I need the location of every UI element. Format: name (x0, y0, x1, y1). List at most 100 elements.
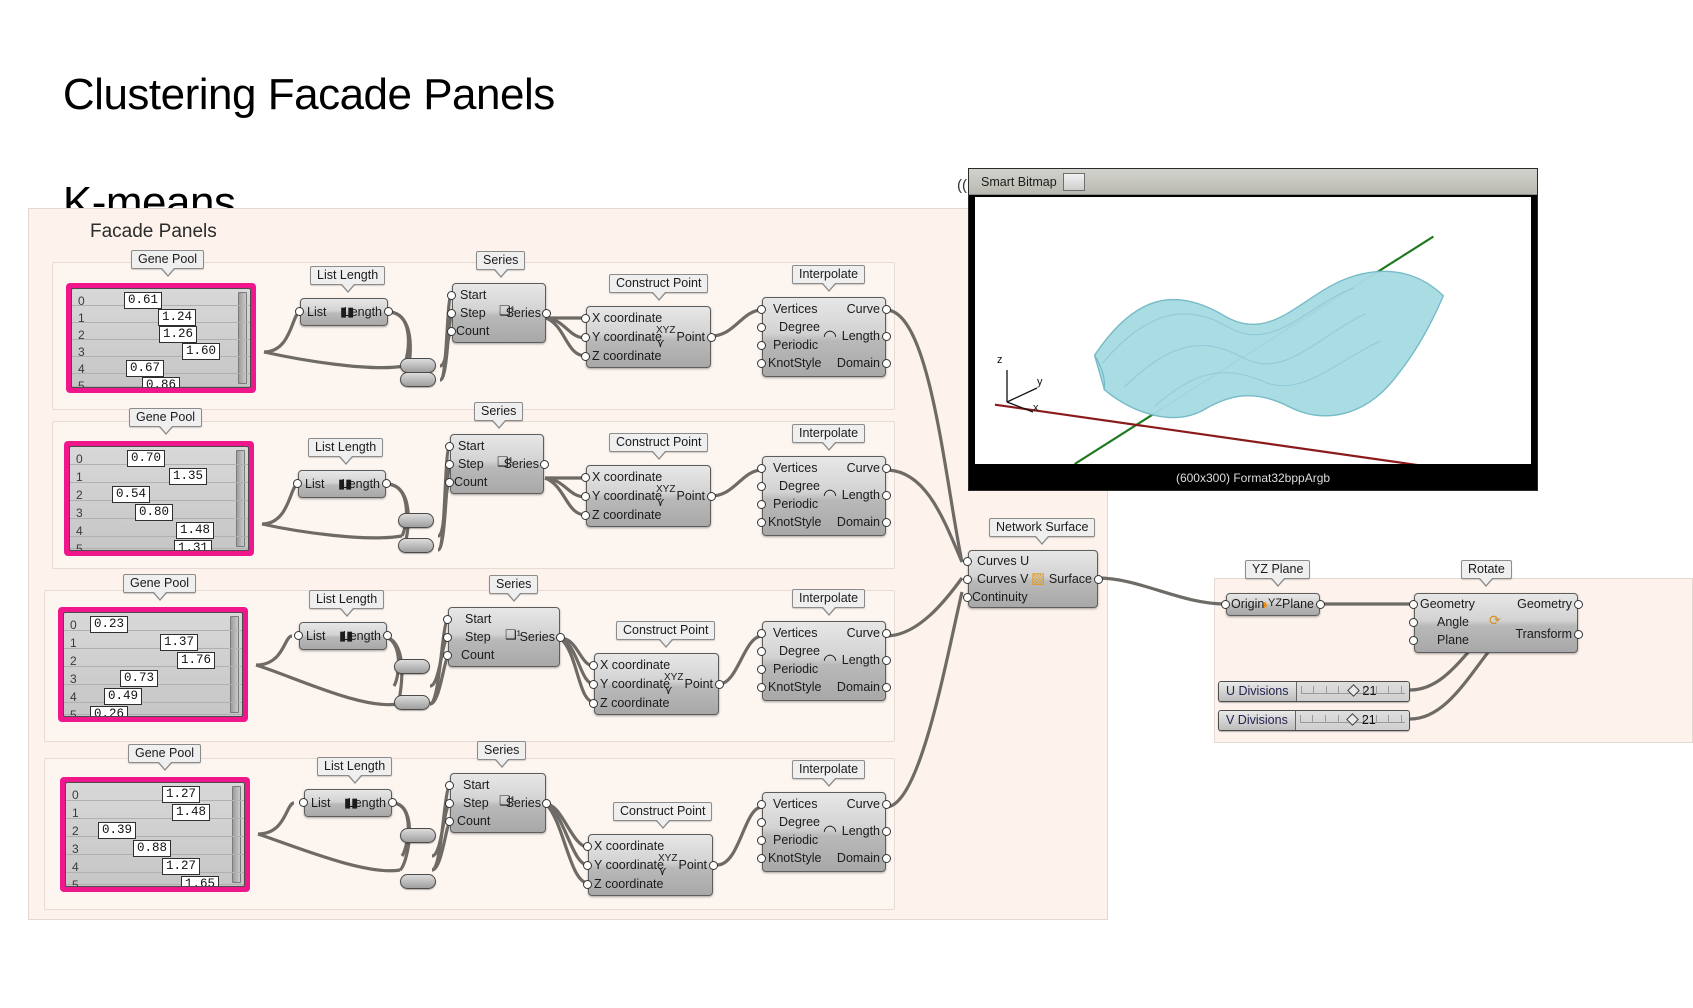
gene-pool-4-value-5[interactable]: 1.65 (181, 876, 220, 886)
port-dot-series-out-2[interactable] (540, 460, 549, 469)
slider-v-divisions[interactable]: V Divisions 21 (1218, 710, 1410, 731)
gene-pool-2-value-5[interactable]: 1.31 (174, 540, 213, 550)
relay-2a[interactable] (398, 513, 434, 528)
port-dot-domain-1[interactable] (882, 359, 891, 368)
gene-pool-1-body[interactable]: 0 1 2 3 4 5 0.61 1.24 1.26 1.60 0.67 0.8… (71, 288, 251, 388)
port-vertices-3[interactable]: Vertices (773, 626, 817, 640)
port-dot-degree-2[interactable] (757, 482, 766, 491)
node-list-length-3[interactable]: List Length ▮▮ (294, 622, 392, 650)
port-dot-plane-out[interactable] (1316, 600, 1325, 609)
port-y-3[interactable]: Y coordinate (600, 677, 670, 691)
port-dot-curve-2[interactable] (882, 464, 891, 473)
port-dot-surface-out[interactable] (1094, 575, 1103, 584)
node-construct-point-2[interactable]: X coordinate Y coordinate Z coordinate P… (581, 465, 716, 527)
port-dot-curve-1[interactable] (882, 305, 891, 314)
relay-4a[interactable] (400, 828, 436, 843)
gene-pool-2-value-2[interactable]: 0.54 (112, 486, 151, 503)
port-dot-count-4[interactable] (445, 817, 454, 826)
port-curves-u[interactable]: Curves U (977, 554, 1029, 568)
node-list-length-4[interactable]: List Length ▮▮ (299, 789, 397, 817)
gene-pool-3-body[interactable]: 0 1 2 3 4 5 0.23 1.37 1.76 0.73 0.49 0.2… (63, 612, 243, 717)
port-start-4[interactable]: Start (463, 778, 489, 792)
port-dot-list-3-in[interactable] (294, 631, 303, 640)
port-dot-step-2[interactable] (445, 460, 454, 469)
port-dot-knotstyle-2[interactable] (757, 518, 766, 527)
port-dot-degree-1[interactable] (757, 323, 766, 332)
port-x-1[interactable]: X coordinate (592, 311, 662, 325)
port-periodic-4[interactable]: Periodic (773, 833, 818, 847)
port-list-4[interactable]: List (311, 796, 330, 810)
port-start-3[interactable]: Start (465, 612, 491, 626)
port-y-1[interactable]: Y coordinate (592, 330, 662, 344)
gene-pool-4-value-1[interactable]: 1.48 (172, 804, 211, 821)
smart-bitmap-canvas[interactable]: z y x (975, 197, 1531, 464)
port-degree-4[interactable]: Degree (779, 815, 820, 829)
port-plane-in[interactable]: Plane (1437, 633, 1469, 647)
port-step-4[interactable]: Step (463, 796, 489, 810)
port-list-1[interactable]: List (307, 305, 326, 319)
port-dot-step-1[interactable] (447, 309, 456, 318)
port-x-4[interactable]: X coordinate (594, 839, 664, 853)
port-dot-list-3-out[interactable] (383, 631, 392, 640)
port-length-out-3[interactable]: Length (842, 653, 880, 667)
gene-pool-4-body[interactable]: 0 1 2 3 4 5 1.27 1.48 0.39 0.88 1.27 1.6… (65, 782, 245, 887)
port-curves-v[interactable]: Curves V (977, 572, 1028, 586)
port-dot-periodic-2[interactable] (757, 500, 766, 509)
port-curve-4[interactable]: Curve (847, 797, 880, 811)
port-list-3[interactable]: List (306, 629, 325, 643)
gene-pool-2-value-1[interactable]: 1.35 (169, 468, 208, 485)
gene-pool-1-value-2[interactable]: 1.26 (159, 326, 198, 343)
port-dot-periodic-4[interactable] (757, 836, 766, 845)
gene-pool-3-value-2[interactable]: 1.76 (177, 652, 216, 669)
port-point-2[interactable]: Point (677, 489, 706, 503)
port-dot-series-out-1[interactable] (542, 309, 551, 318)
port-point-4[interactable]: Point (679, 858, 708, 872)
gene-pool-1-value-0[interactable]: 0.61 (124, 292, 163, 309)
relay-3a[interactable] (394, 659, 430, 674)
port-dot-continuity[interactable] (963, 593, 972, 602)
node-list-length-2[interactable]: List Length ▮▮ (293, 470, 391, 498)
gene-pool-3-value-3[interactable]: 0.73 (120, 670, 159, 687)
port-dot-point-2[interactable] (707, 492, 716, 501)
port-dot-periodic-1[interactable] (757, 341, 766, 350)
relay-1b[interactable] (400, 372, 436, 387)
gene-pool-3[interactable]: 0 1 2 3 4 5 0.23 1.37 1.76 0.73 0.49 0.2… (58, 607, 248, 722)
port-x-2[interactable]: X coordinate (592, 470, 662, 484)
port-dot-x-4[interactable] (583, 842, 592, 851)
port-vertices-2[interactable]: Vertices (773, 461, 817, 475)
gene-pool-2-value-0[interactable]: 0.70 (127, 450, 166, 467)
port-dot-list-1-in[interactable] (295, 307, 304, 316)
port-dot-curve-3[interactable] (882, 629, 891, 638)
port-dot-count-3[interactable] (443, 651, 452, 660)
port-dot-vertices-3[interactable] (757, 629, 766, 638)
port-domain-2[interactable]: Domain (837, 515, 880, 529)
port-dot-start-1[interactable] (447, 291, 456, 300)
port-surface-out[interactable]: Surface (1049, 572, 1092, 586)
port-dot-knotstyle-1[interactable] (757, 359, 766, 368)
relay-2b[interactable] (398, 538, 434, 553)
port-degree-3[interactable]: Degree (779, 644, 820, 658)
smart-bitmap-grip-icon[interactable]: (( (957, 177, 967, 194)
port-dot-x-1[interactable] (581, 314, 590, 323)
gene-pool-2-value-4[interactable]: 1.48 (176, 522, 215, 539)
port-knotstyle-2[interactable]: KnotStyle (768, 515, 822, 529)
port-x-3[interactable]: X coordinate (600, 658, 670, 672)
port-degree-1[interactable]: Degree (779, 320, 820, 334)
gene-pool-1-value-1[interactable]: 1.24 (158, 309, 197, 326)
port-dot-domain-2[interactable] (882, 518, 891, 527)
port-periodic-3[interactable]: Periodic (773, 662, 818, 676)
port-start-1[interactable]: Start (460, 288, 486, 302)
port-curve-3[interactable]: Curve (847, 626, 880, 640)
port-dot-y-3[interactable] (589, 680, 598, 689)
port-start-2[interactable]: Start (458, 439, 484, 453)
node-interpolate-3[interactable]: Vertices Degree Periodic KnotStyle Curve… (757, 621, 891, 701)
port-dot-curves-v[interactable] (963, 575, 972, 584)
node-construct-point-1[interactable]: X coordinate Y coordinate Z coordinate P… (581, 306, 716, 368)
port-dot-plane-in[interactable] (1409, 636, 1418, 645)
port-knotstyle-1[interactable]: KnotStyle (768, 356, 822, 370)
port-dot-curve-4[interactable] (882, 800, 891, 809)
port-dot-list-4-out[interactable] (388, 798, 397, 807)
port-dot-angle[interactable] (1409, 618, 1418, 627)
port-dot-z-4[interactable] (583, 880, 592, 889)
port-dot-y-1[interactable] (581, 333, 590, 342)
